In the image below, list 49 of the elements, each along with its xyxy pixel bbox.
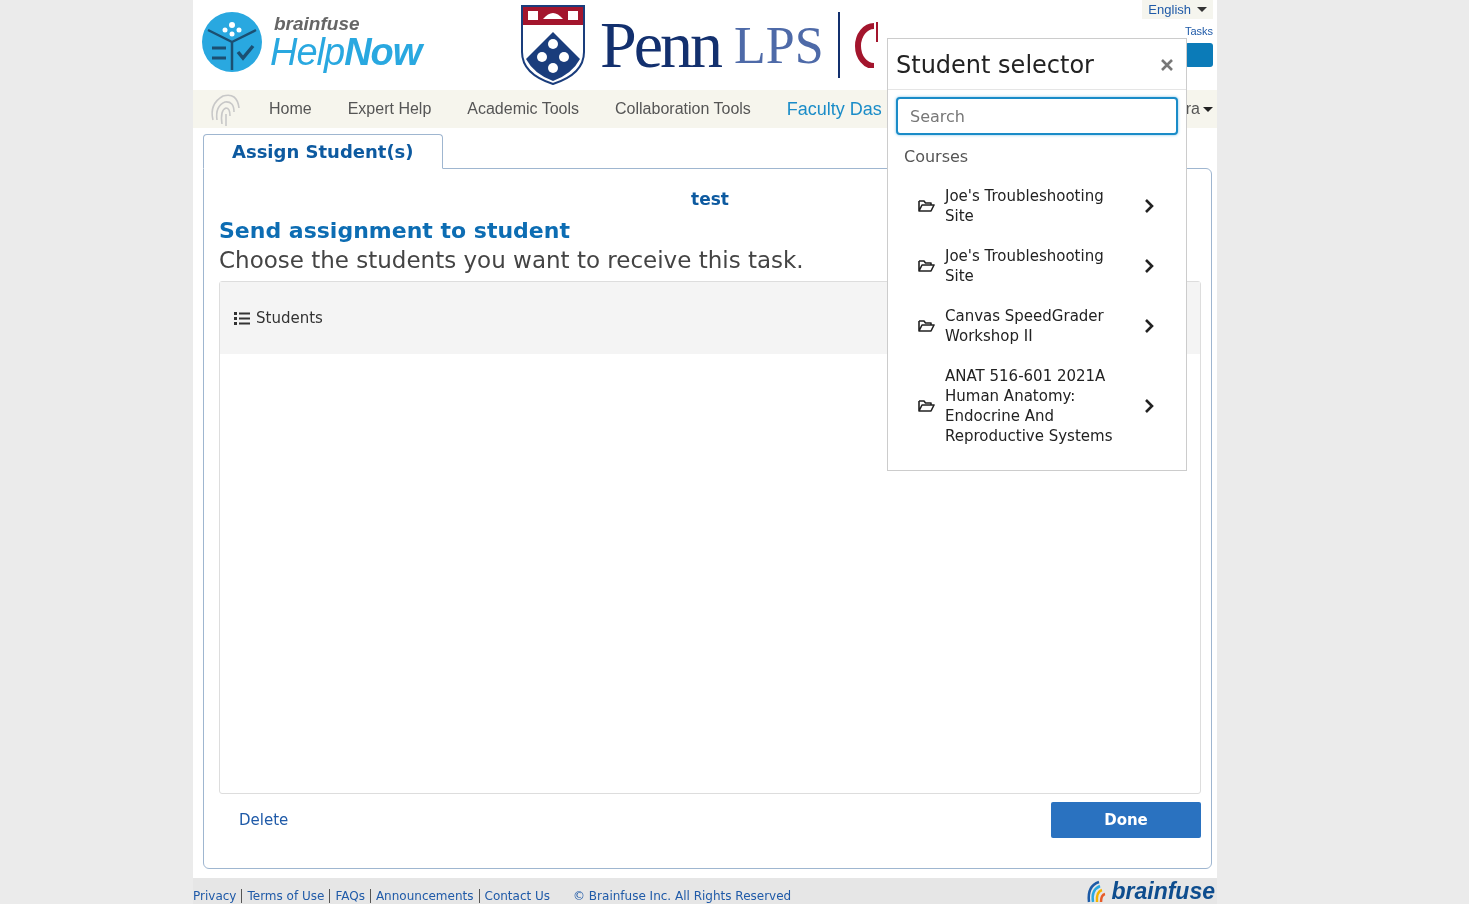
chevron-right-icon: [1144, 398, 1154, 414]
course-name: Joe's Troubleshooting Site: [945, 246, 1105, 286]
tab[interactable]: Assign Student(s): [203, 134, 443, 169]
language-dropdown[interactable]: English: [1142, 0, 1213, 19]
close-icon: [1160, 58, 1174, 72]
list-icon: [234, 310, 250, 326]
heading: Send assignment to student: [219, 218, 570, 243]
brand-name: brainfuse: [273, 13, 361, 33]
search-field[interactable]: Search: [896, 97, 1178, 135]
nav-link[interactable]: Expert Help: [347, 100, 432, 118]
folder-icon: [918, 259, 935, 273]
nav-link[interactable]: Home: [269, 100, 312, 118]
nav-link[interactable]: Collaboration Tools: [615, 100, 751, 118]
footer-link[interactable]: FAQs: [329, 889, 365, 903]
nav-dropdown[interactable]: ra: [1185, 100, 1213, 118]
header-button[interactable]: [1185, 43, 1213, 67]
delete-link[interactable]: Delete: [239, 811, 289, 829]
folder-icon: [918, 399, 935, 413]
partner-subname: LPS: [734, 15, 824, 75]
partner-name: Penn: [600, 7, 720, 83]
course-name: Canvas SpeedGrader Workshop II: [945, 306, 1105, 346]
nav-link[interactable]: Academic Tools: [467, 100, 580, 118]
course-item[interactable]: Canvas SpeedGrader Workshop II: [888, 296, 1186, 356]
footer-link[interactable]: Contact Us: [478, 889, 551, 903]
subheading: Choose the students you want to receive this task.: [219, 247, 804, 273]
task-name: test: [691, 189, 729, 209]
folder-icon: [918, 199, 935, 213]
course-name: ANAT 516-601 2021A Human Anatomy: Endocrine And Reproductive Systems: [945, 366, 1114, 446]
footer-link[interactable]: Announcements: [369, 889, 474, 903]
chevron-right-icon: [1144, 318, 1154, 334]
course-item[interactable]: Joe's Troubleshooting Site: [888, 236, 1186, 296]
product-name: HelpNow: [270, 32, 422, 71]
footer-brand: brainfuse: [1111, 879, 1215, 903]
done-button[interactable]: Done: [1051, 802, 1201, 838]
shield-icon: [520, 4, 586, 86]
popup-title: Student selector: [896, 51, 1094, 79]
copyright: © Brainfuse Inc. All Rights Reserved: [573, 889, 792, 903]
footer-link[interactable]: Terms of Use: [241, 889, 325, 903]
logo-icon: [202, 12, 262, 72]
course-item[interactable]: ANAT 516-601 2021A Human Anatomy: Endocrine And Reproductive Systems: [888, 356, 1186, 456]
chevron-right-icon: [1144, 198, 1154, 214]
footer-link[interactable]: Privacy: [193, 889, 237, 903]
tasks-link[interactable]: Tasks: [1184, 25, 1213, 37]
panel-title: Students: [256, 309, 323, 327]
section-label: Courses: [903, 146, 970, 168]
folder-icon: [918, 319, 935, 333]
course-item[interactable]: Joe's Troubleshooting Site: [888, 176, 1186, 236]
course-name: Joe's Troubleshooting Site: [945, 186, 1105, 226]
chevron-right-icon: [1144, 258, 1154, 274]
